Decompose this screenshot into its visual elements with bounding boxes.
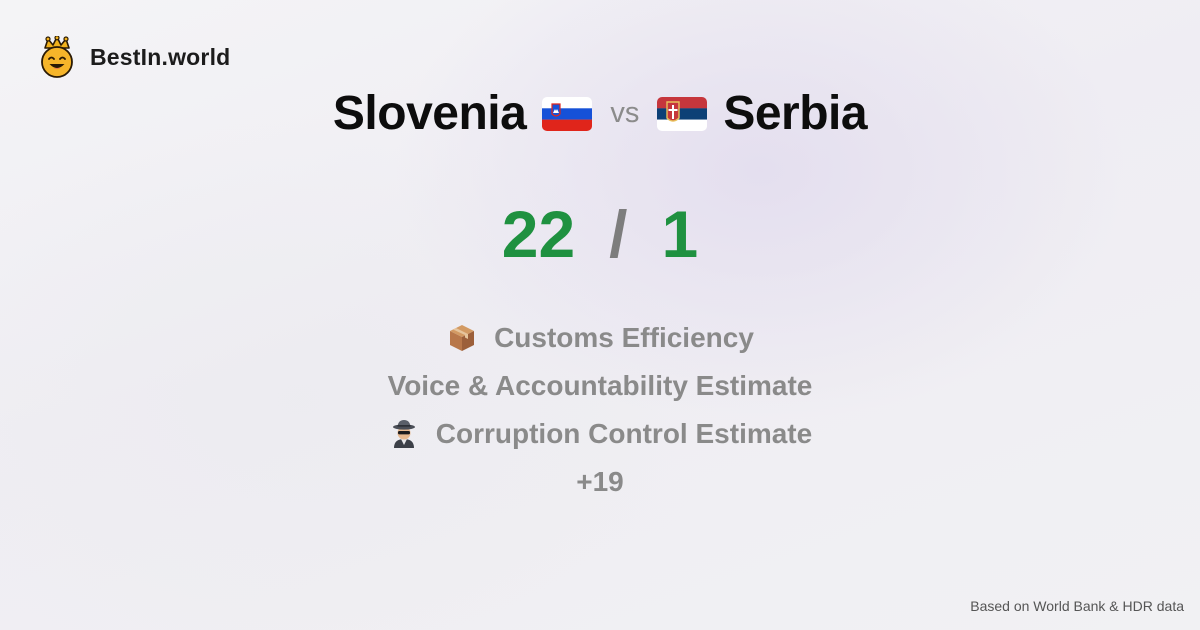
left-country-name: Slovenia xyxy=(332,87,527,140)
comparison-title: Slovenia vs Serbia xyxy=(0,86,1200,141)
metrics-list: Customs Efficiency Voice & Accountabilit… xyxy=(0,314,1200,506)
vs-label: vs xyxy=(610,97,640,129)
detective-icon xyxy=(392,420,415,448)
metric-customs-efficiency[interactable]: Customs Efficiency xyxy=(446,314,754,362)
serbia-flag-icon xyxy=(657,96,708,131)
metric-label: Corruption Control Estimate xyxy=(435,418,813,449)
score-separator: / xyxy=(609,197,628,271)
metric-label: Voice & Accountability Estimate xyxy=(387,370,813,401)
left-score: 22 xyxy=(501,197,576,271)
metric-voice-accountability[interactable]: Voice & Accountability Estimate xyxy=(388,362,813,410)
right-score: 1 xyxy=(661,197,699,271)
metric-corruption-control[interactable]: Corruption Control Estimate xyxy=(388,410,812,458)
score: 22 / 1 xyxy=(0,196,1200,272)
metric-label: Customs Efficiency xyxy=(494,322,754,353)
data-source-note: Based on World Bank & HDR data xyxy=(970,598,1184,614)
package-icon xyxy=(450,325,475,351)
right-country-name: Serbia xyxy=(723,87,868,140)
brand-name: BestIn.world xyxy=(90,43,231,70)
more-metrics-count[interactable]: +19 xyxy=(576,458,624,506)
crowned-smiley-icon xyxy=(41,36,73,78)
slovenia-flag-icon xyxy=(542,96,593,131)
brand[interactable]: BestIn.world xyxy=(38,36,230,78)
